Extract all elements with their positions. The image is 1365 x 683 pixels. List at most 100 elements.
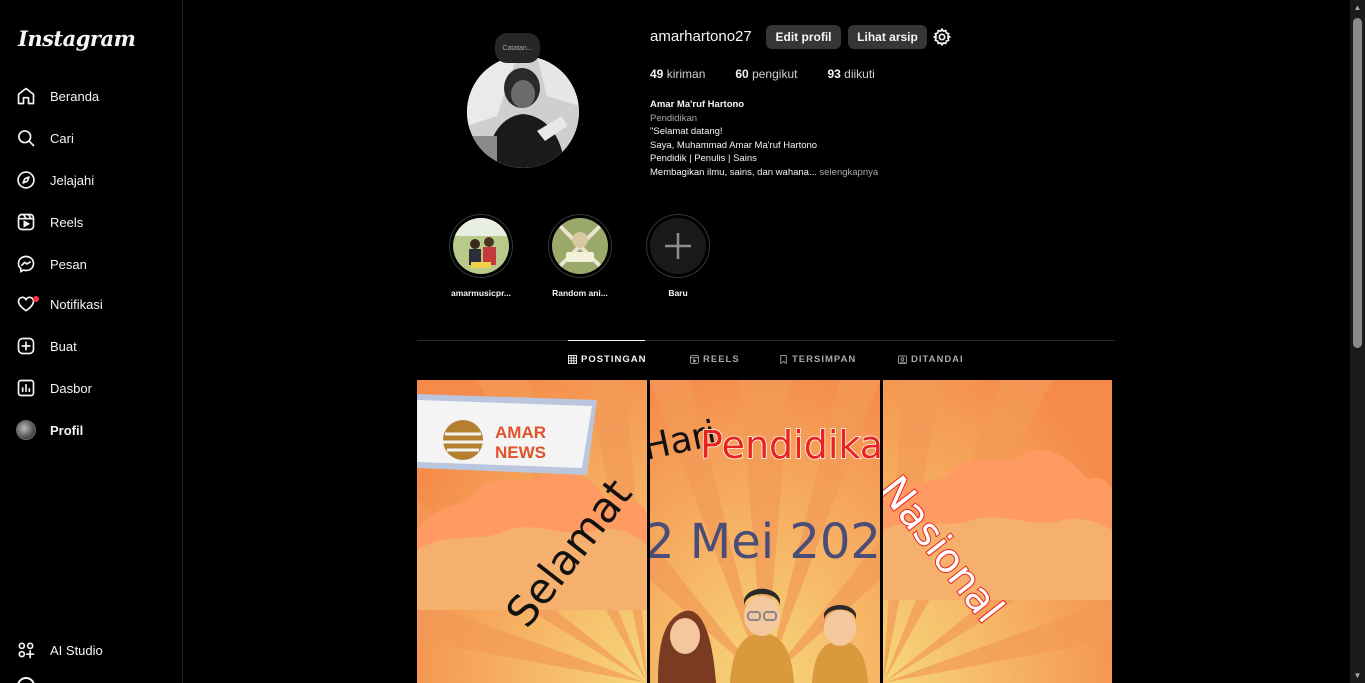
sidebar-item-pesan[interactable]: Pesan — [16, 251, 87, 277]
post-thumbnail[interactable]: Nasional — [883, 380, 1113, 683]
sidebar-item-label: Jelajahi — [50, 172, 95, 188]
grid-icon — [568, 355, 577, 364]
followers-label: pengikut — [752, 67, 798, 81]
sidebar-item-label: Dasbor — [50, 380, 92, 396]
sidebar-item-label: Buat — [50, 338, 77, 354]
sidebar-item-label: Beranda — [50, 88, 100, 104]
posts-label: kiriman — [666, 67, 706, 81]
plus-icon — [665, 233, 691, 259]
sidebar-item-buat[interactable]: Buat — [16, 333, 77, 359]
bio-line-last: Membagikan ilmu, sains, dan wahana... se… — [650, 166, 878, 180]
dashboard-icon — [17, 379, 35, 397]
bio-line: Pendidik | Penulis | Sains — [650, 153, 757, 164]
post-image: Nasional — [883, 380, 1112, 683]
reels-icon — [17, 213, 35, 231]
sidebar-item-reels[interactable]: Reels — [16, 209, 83, 235]
post-thumbnail[interactable]: AMAR NEWS Selamat — [417, 380, 647, 683]
gear-icon[interactable] — [932, 27, 952, 47]
highlight-cover-art — [453, 218, 509, 274]
instagram-logo[interactable]: Instagram — [18, 26, 136, 51]
page-scrollbar[interactable]: ▲ ▼ — [1350, 0, 1365, 683]
profile-photo-art — [467, 56, 579, 168]
tab-label: REELS — [703, 354, 740, 365]
highlight-cover — [552, 218, 608, 274]
note-bubble[interactable]: Catatan... — [495, 33, 540, 63]
highlight-cover-art — [552, 218, 608, 274]
highlight-label: Baru — [668, 288, 688, 298]
sidebar-item-jelajahi[interactable]: Jelajahi — [16, 167, 94, 193]
tab-tersimpan[interactable]: TERSIMPAN — [779, 354, 856, 365]
sidebar-item-notifikasi[interactable]: Notifikasi — [16, 291, 103, 317]
tab-label: TERSIMPAN — [792, 354, 857, 365]
sidebar-item-label: AI Studio — [50, 642, 103, 658]
tab-label: POSTINGAN — [581, 354, 647, 365]
post-logo-top: AMAR — [495, 423, 546, 442]
followers-stat[interactable]: 60 pengikut — [735, 67, 797, 81]
profile-category: Pendidikan — [650, 112, 698, 124]
compass-icon — [17, 171, 35, 189]
highlight-item[interactable]: amarmusicpr... — [448, 214, 514, 298]
highlight-ring — [548, 214, 612, 278]
following-label: diikuti — [844, 67, 875, 81]
edit-profile-button[interactable]: Edit profil — [766, 25, 841, 49]
highlight-cover — [453, 218, 509, 274]
highlight-ring — [449, 214, 513, 278]
posts-count: 49 — [650, 67, 664, 81]
highlight-label: amarmusicpr... — [450, 288, 511, 298]
sidebar-item-profil[interactable]: Profil — [16, 417, 83, 443]
bio-line: "Selamat datang! — [650, 126, 723, 137]
sidebar-item-dasbor[interactable]: Dasbor — [16, 375, 92, 401]
highlight-label: Random ani... — [552, 288, 608, 298]
profile-bio: Amar Ma'ruf Hartono Pendidikan "Selamat … — [650, 98, 878, 179]
profile-full-name: Amar Ma'ruf Hartono — [650, 99, 745, 110]
highlight-item[interactable]: Random ani... — [547, 214, 613, 298]
notification-badge — [33, 296, 39, 302]
profile-stats: 49 kiriman 60 pengikut 93 diikuti — [650, 67, 875, 81]
see-more-link[interactable]: selengkapnya — [820, 167, 879, 178]
sidebar-item-label: Pesan — [50, 256, 87, 272]
bio-line: Membagikan ilmu, sains, dan wahana... — [650, 166, 817, 178]
tab-postingan[interactable]: POSTINGAN — [568, 354, 646, 365]
highlight-ring — [646, 214, 710, 278]
avatar — [16, 420, 36, 440]
post-thumbnail[interactable]: Hari Pendidika 2 Mei 2025 — [650, 380, 880, 683]
reels-icon — [690, 355, 699, 364]
search-icon — [18, 130, 35, 147]
tabs-divider — [417, 340, 1115, 341]
new-highlight-button[interactable]: Baru — [645, 214, 711, 298]
sidebar-item-beranda[interactable]: Beranda — [16, 83, 99, 109]
profile-username: amarhartono27 — [650, 28, 752, 45]
sidebar-item-label: Cari — [50, 130, 74, 146]
scrollbar-thumb[interactable] — [1353, 18, 1362, 348]
post-logo-bottom: NEWS — [495, 443, 546, 462]
posts-stat: 49 kiriman — [650, 67, 705, 81]
sidebar-item-label: Profil — [50, 422, 84, 438]
bio-line: Saya, Muhammad Amar Ma'ruf Hartono — [650, 139, 818, 151]
post-text-date: 2 Mei 2025 — [650, 514, 880, 570]
tab-reels[interactable]: REELS — [690, 354, 740, 365]
post-image: Hari Pendidika 2 Mei 2025 — [650, 380, 880, 683]
tab-label: DITANDAI — [911, 354, 964, 365]
home-icon — [17, 87, 35, 105]
scroll-down-icon[interactable]: ▼ — [1353, 671, 1362, 680]
view-archive-button[interactable]: Lihat arsip — [848, 25, 927, 49]
highlight-cover — [650, 218, 706, 274]
sidebar: Instagram Beranda Cari Jelajahi Reels Pe… — [0, 0, 183, 683]
bookmark-icon — [780, 355, 787, 364]
more-menu-icon[interactable] — [17, 677, 35, 683]
following-stat[interactable]: 93 diikuti — [827, 67, 874, 81]
followers-count: 60 — [735, 67, 749, 81]
active-tab-indicator — [568, 340, 645, 341]
notification-wrapper — [16, 294, 39, 314]
sidebar-item-ai-studio[interactable]: AI Studio — [16, 637, 103, 663]
sidebar-item-label: Reels — [50, 214, 84, 230]
plus-square-icon — [17, 337, 35, 355]
messenger-icon — [17, 255, 35, 273]
scroll-up-icon[interactable]: ▲ — [1353, 3, 1362, 12]
profile-picture[interactable] — [467, 56, 579, 168]
post-image: AMAR NEWS Selamat — [417, 380, 647, 683]
instagram-profile-page: Instagram Beranda Cari Jelajahi Reels Pe… — [0, 0, 1365, 683]
tab-ditandai[interactable]: DITANDAI — [898, 354, 964, 365]
sidebar-item-cari[interactable]: Cari — [16, 125, 74, 151]
following-count: 93 — [827, 67, 841, 81]
